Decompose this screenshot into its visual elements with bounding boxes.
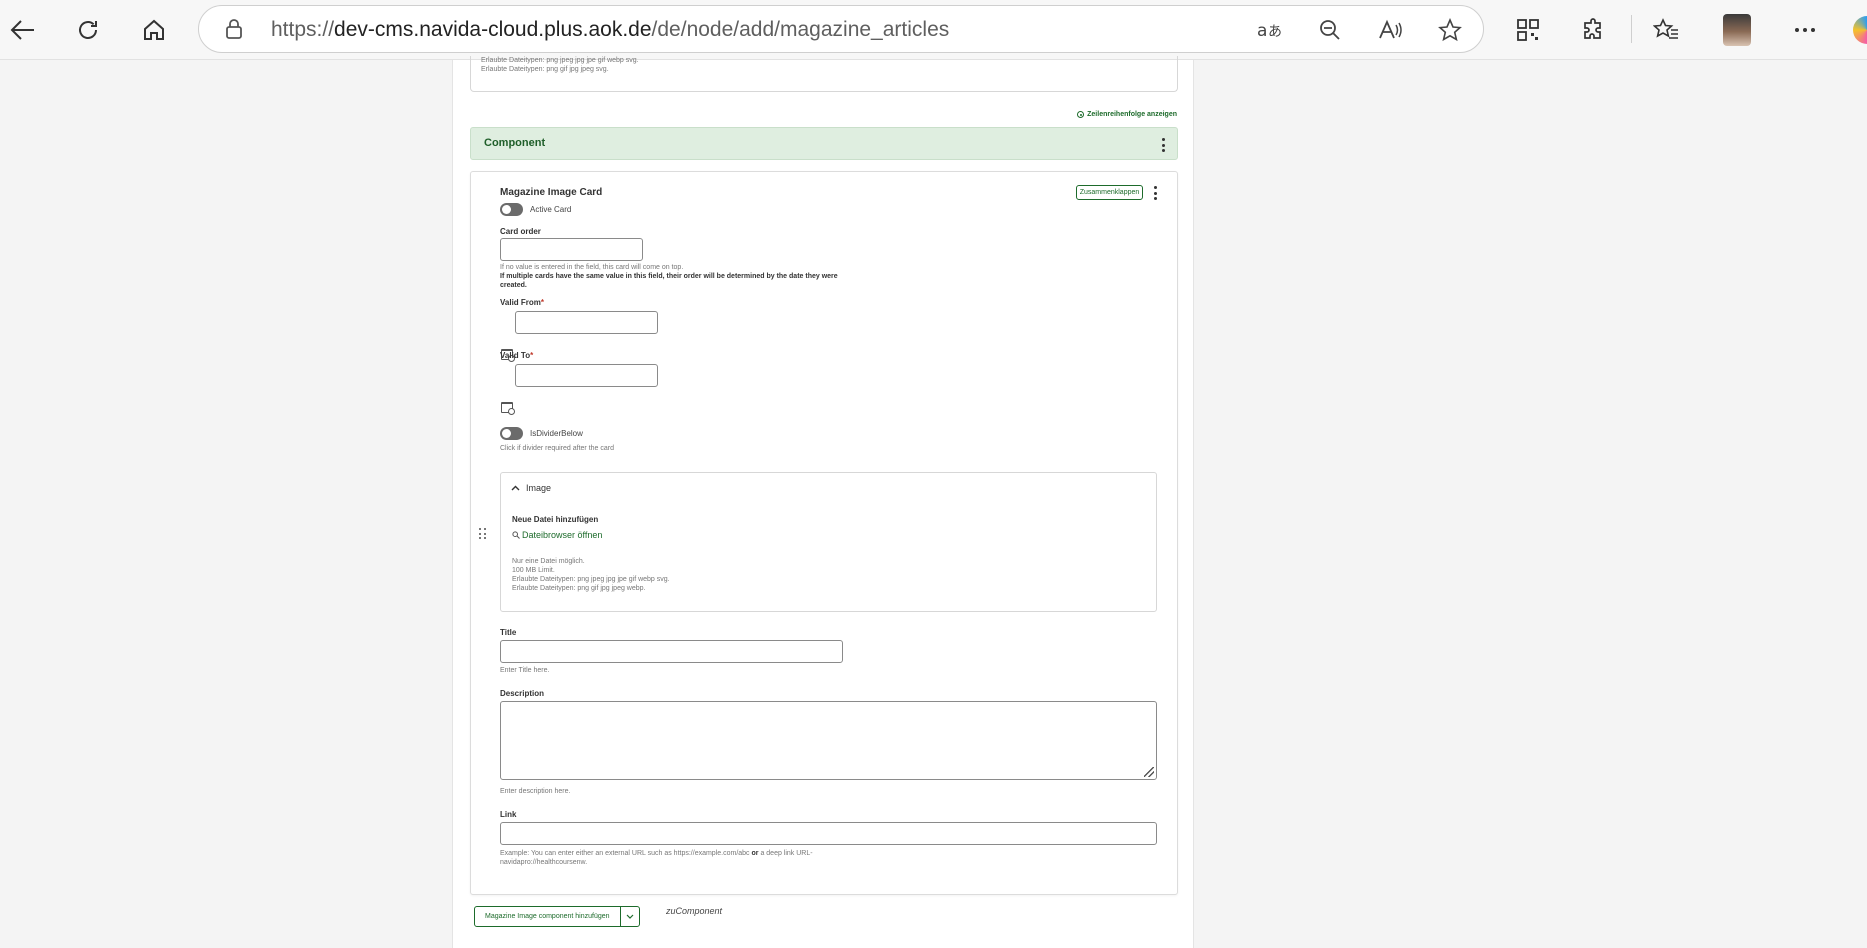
divider-below-label: IsDividerBelow: [530, 429, 583, 438]
zoom-out-icon[interactable]: [1316, 16, 1344, 44]
active-card-label: Active Card: [530, 205, 572, 214]
image-fieldset: Image Neue Datei hinzufügen Dateibrowser…: [500, 472, 1157, 612]
link-help: Example: You can enter either an externa…: [500, 850, 813, 866]
valid-from-input[interactable]: [515, 311, 658, 334]
active-card-toggle[interactable]: [500, 203, 523, 216]
title-input[interactable]: [500, 640, 843, 663]
title-label: Title: [500, 628, 517, 637]
add-component-button-group: Magazine Image component hinzufügen: [474, 906, 640, 927]
chevron-up-icon: [511, 485, 520, 491]
card-order-label: Card order: [500, 227, 541, 236]
favorites-icon[interactable]: [1646, 10, 1686, 50]
add-file-label: Neue Datei hinzufügen: [512, 515, 599, 524]
url-text: https://dev-cms.navida-cloud.plus.aok.de…: [271, 18, 950, 41]
valid-from-label: Valid From*: [500, 298, 545, 307]
description-help: Enter description here.: [500, 788, 571, 795]
description-textarea[interactable]: [500, 701, 1157, 780]
card-title: Magazine Image Card: [500, 187, 603, 198]
back-icon[interactable]: [3, 10, 43, 50]
file-browser-label: Dateibrowser öffnen: [522, 530, 603, 540]
toolbar-separator: [1631, 15, 1632, 43]
svg-text:あ: あ: [1268, 24, 1282, 40]
svg-text:a: a: [1257, 21, 1267, 41]
magazine-image-card: Magazine Image Card Zusammenklappen Acti…: [470, 171, 1178, 895]
component-title: Component: [484, 137, 546, 149]
profile-avatar[interactable]: [1723, 14, 1751, 46]
kebab-menu-icon[interactable]: [1153, 186, 1157, 200]
more-menu-icon[interactable]: [1785, 10, 1825, 50]
favorite-star-icon[interactable]: [1436, 16, 1464, 44]
zu-component-label: zuComponent: [666, 906, 723, 916]
divider-below-toggle[interactable]: [500, 427, 523, 440]
refresh-icon[interactable]: [68, 10, 108, 50]
file-browser-link[interactable]: Dateibrowser öffnen: [512, 530, 602, 540]
valid-to-input[interactable]: [515, 364, 658, 387]
description-label: Description: [500, 689, 545, 698]
home-icon[interactable]: [134, 10, 174, 50]
lock-icon[interactable]: [223, 18, 245, 40]
valid-to-label: Valid To*: [500, 351, 534, 360]
page-content: Erlaubte Dateitypen: png jpeg jpg jpe gi…: [452, 56, 1194, 948]
address-bar[interactable]: https://dev-cms.navida-cloud.plus.aok.de…: [198, 5, 1484, 53]
previous-field-box: Erlaubte Dateitypen: png jpeg jpg jpe gi…: [470, 56, 1178, 92]
search-icon: [512, 531, 520, 539]
calendar-icon[interactable]: [501, 402, 515, 415]
allowed-types-help: Erlaubte Dateitypen: png gif jpg jpeg sv…: [481, 66, 609, 73]
qr-code-icon[interactable]: [1508, 10, 1548, 50]
translate-icon[interactable]: aあ: [1256, 16, 1284, 44]
show-row-order-label: Zeilenreihenfolge anzeigen: [1087, 111, 1177, 118]
image-section-toggle[interactable]: Image: [511, 483, 551, 493]
show-row-order-link[interactable]: Zeilenreihenfolge anzeigen: [1077, 111, 1177, 118]
link-input[interactable]: [500, 822, 1157, 845]
add-component-button[interactable]: Magazine Image component hinzufügen: [475, 907, 621, 926]
image-section-title: Image: [526, 483, 552, 493]
title-help: Enter Title here.: [500, 667, 550, 674]
chevron-down-icon[interactable]: [621, 907, 639, 926]
collapse-button[interactable]: Zusammenklappen: [1076, 185, 1143, 200]
copilot-icon[interactable]: [1853, 16, 1867, 44]
component-section-header[interactable]: Component: [470, 127, 1178, 160]
extensions-icon[interactable]: [1574, 10, 1614, 50]
card-order-input[interactable]: [500, 238, 643, 261]
resize-handle-icon[interactable]: [1144, 767, 1154, 777]
link-label: Link: [500, 810, 517, 819]
image-help: Nur eine Datei möglich. 100 MB Limit. Er…: [512, 558, 670, 592]
drag-handle-icon[interactable]: [479, 528, 487, 540]
eye-icon: [1077, 111, 1085, 118]
browser-toolbar: https://dev-cms.navida-cloud.plus.aok.de…: [0, 0, 1867, 60]
kebab-menu-icon[interactable]: [1161, 138, 1165, 152]
divider-below-help: Click if divider required after the card: [500, 445, 614, 452]
read-aloud-icon[interactable]: [1376, 16, 1404, 44]
card-order-help: If no value is entered in the field, thi…: [500, 264, 838, 289]
